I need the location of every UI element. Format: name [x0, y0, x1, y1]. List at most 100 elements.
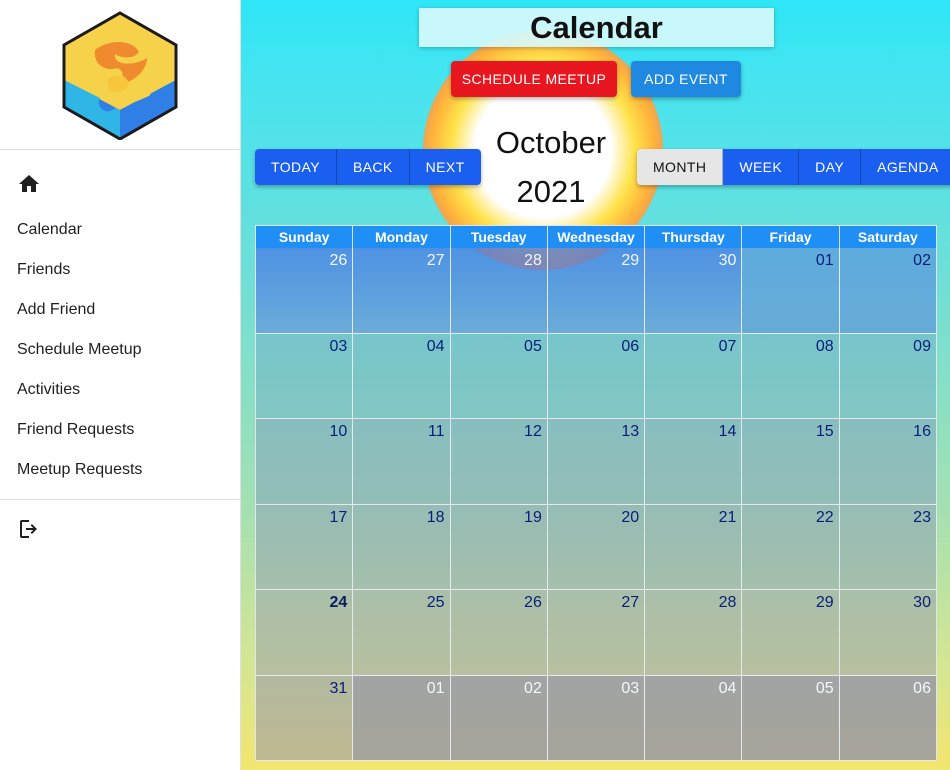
day-number[interactable]: 27	[427, 252, 445, 270]
day-cell[interactable]: 23	[839, 504, 936, 590]
day-cell[interactable]: 04	[353, 333, 451, 419]
day-cell[interactable]: 17	[256, 504, 354, 590]
sidebar-item-schedule-meetup[interactable]: Schedule Meetup	[0, 330, 240, 370]
day-cell[interactable]: 26	[256, 248, 354, 334]
today-cell[interactable]: 24	[256, 590, 354, 676]
day-cell[interactable]: 19	[450, 504, 548, 590]
back-button[interactable]: BACK	[336, 149, 410, 185]
sidebar-item-friend-requests[interactable]: Friend Requests	[0, 410, 240, 450]
day-number[interactable]: 31	[329, 680, 347, 698]
day-cell[interactable]: 06	[839, 675, 936, 761]
day-cell[interactable]: 14	[645, 419, 743, 505]
day-number[interactable]: 03	[329, 338, 347, 356]
day-number[interactable]: 05	[816, 680, 834, 698]
day-cell[interactable]: 06	[547, 333, 646, 419]
day-number[interactable]: 11	[428, 423, 445, 441]
day-cell[interactable]: 10	[256, 419, 354, 505]
day-number[interactable]: 13	[621, 423, 639, 441]
view-day-button[interactable]: DAY	[799, 149, 862, 185]
home-link[interactable]	[0, 158, 240, 210]
sidebar-item-calendar[interactable]: Calendar	[0, 210, 240, 250]
day-number[interactable]: 04	[427, 338, 445, 356]
day-number[interactable]: 07	[719, 338, 737, 356]
day-number-today[interactable]: 24	[329, 594, 347, 612]
day-cell[interactable]: 09	[839, 333, 936, 419]
day-number[interactable]: 16	[913, 423, 931, 441]
day-cell[interactable]: 13	[547, 419, 646, 505]
add-event-button[interactable]: ADD EVENT	[631, 61, 741, 97]
day-cell[interactable]: 02	[450, 675, 548, 761]
day-cell[interactable]: 30	[645, 248, 743, 334]
day-number[interactable]: 01	[816, 252, 834, 270]
day-number[interactable]: 18	[427, 509, 445, 527]
day-cell[interactable]: 26	[450, 590, 548, 676]
day-number[interactable]: 01	[427, 680, 445, 698]
logout-link[interactable]	[0, 500, 240, 558]
day-cell[interactable]: 18	[353, 504, 451, 590]
day-number[interactable]: 25	[427, 594, 445, 612]
next-button[interactable]: NEXT	[409, 149, 481, 185]
day-cell[interactable]: 21	[645, 504, 743, 590]
day-cell[interactable]: 12	[450, 419, 548, 505]
day-cell[interactable]: 03	[547, 675, 646, 761]
day-number[interactable]: 30	[719, 252, 737, 270]
today-button[interactable]: TODAY	[255, 149, 337, 185]
day-number[interactable]: 28	[524, 252, 542, 270]
day-cell[interactable]: 25	[353, 590, 451, 676]
day-cell[interactable]: 07	[645, 333, 743, 419]
day-number[interactable]: 27	[621, 594, 639, 612]
day-cell[interactable]: 01	[353, 675, 451, 761]
sidebar-item-activities[interactable]: Activities	[0, 370, 240, 410]
day-number[interactable]: 19	[524, 509, 542, 527]
day-number[interactable]: 26	[524, 594, 542, 612]
day-number[interactable]: 30	[913, 594, 931, 612]
day-number[interactable]: 29	[816, 594, 834, 612]
day-number[interactable]: 28	[719, 594, 737, 612]
day-number[interactable]: 06	[913, 680, 931, 698]
day-number[interactable]: 22	[816, 509, 834, 527]
sidebar-item-meetup-requests[interactable]: Meetup Requests	[0, 450, 240, 490]
day-number[interactable]: 09	[913, 338, 931, 356]
day-number[interactable]: 10	[329, 423, 347, 441]
day-cell[interactable]: 28	[645, 590, 743, 676]
view-week-button[interactable]: WEEK	[723, 149, 800, 185]
day-number[interactable]: 20	[621, 509, 639, 527]
view-agenda-button[interactable]: AGENDA	[861, 149, 950, 185]
day-number[interactable]: 29	[621, 252, 639, 270]
sidebar-item-add-friend[interactable]: Add Friend	[0, 290, 240, 330]
day-number[interactable]: 08	[816, 338, 834, 356]
day-number[interactable]: 06	[621, 338, 639, 356]
day-number[interactable]: 14	[719, 423, 737, 441]
day-number[interactable]: 02	[913, 252, 931, 270]
day-number[interactable]: 15	[816, 423, 834, 441]
day-cell[interactable]: 30	[839, 590, 936, 676]
day-cell[interactable]: 05	[450, 333, 548, 419]
day-cell[interactable]: 01	[742, 248, 840, 334]
day-cell[interactable]: 27	[353, 248, 451, 334]
day-cell[interactable]: 22	[742, 504, 840, 590]
sidebar-item-friends[interactable]: Friends	[0, 250, 240, 290]
day-cell[interactable]: 16	[839, 419, 936, 505]
day-cell[interactable]: 29	[742, 590, 840, 676]
day-cell[interactable]: 28	[450, 248, 548, 334]
day-cell[interactable]: 05	[742, 675, 840, 761]
day-number[interactable]: 05	[524, 338, 542, 356]
day-cell[interactable]: 11	[353, 419, 451, 505]
day-number[interactable]: 03	[621, 680, 639, 698]
day-number[interactable]: 17	[329, 509, 347, 527]
day-cell[interactable]: 02	[839, 248, 936, 334]
day-cell[interactable]: 31	[256, 675, 354, 761]
day-cell[interactable]: 27	[547, 590, 646, 676]
day-cell[interactable]: 04	[645, 675, 743, 761]
day-number[interactable]: 02	[524, 680, 542, 698]
day-number[interactable]: 23	[913, 509, 931, 527]
day-number[interactable]: 26	[329, 252, 347, 270]
day-cell[interactable]: 29	[547, 248, 646, 334]
day-cell[interactable]: 03	[256, 333, 354, 419]
day-number[interactable]: 04	[719, 680, 737, 698]
schedule-meetup-button[interactable]: SCHEDULE MEETUP	[451, 61, 617, 97]
day-cell[interactable]: 08	[742, 333, 840, 419]
view-month-button[interactable]: MONTH	[637, 149, 724, 185]
day-cell[interactable]: 20	[547, 504, 646, 590]
day-number[interactable]: 21	[719, 509, 737, 527]
